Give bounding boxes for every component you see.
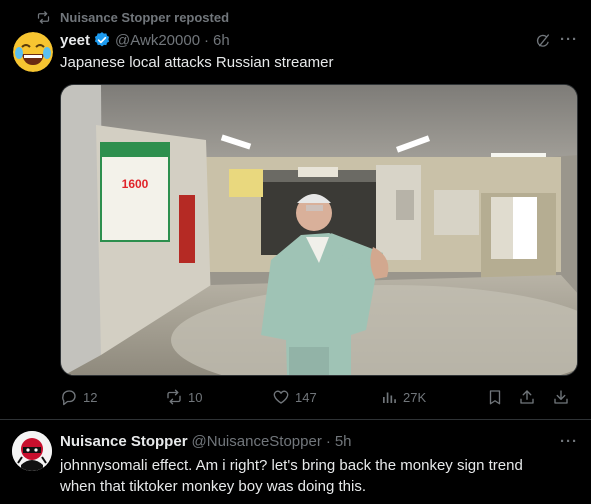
- tweet-header: yeet @Awk20000 · 6h: [60, 31, 230, 49]
- author-handle[interactable]: @Awk20000: [115, 32, 200, 49]
- media-sign-price: 1600: [122, 177, 149, 191]
- author-name[interactable]: yeet: [60, 32, 90, 49]
- video-thumbnail: 1600: [61, 85, 577, 375]
- repost-button[interactable]: 10: [165, 388, 202, 406]
- laughing-emoji-avatar: [13, 32, 53, 72]
- views-count: 27K: [403, 389, 427, 405]
- repost-count: 10: [188, 389, 203, 405]
- download-icon: [554, 390, 568, 404]
- reply-more-options-icon[interactable]: ···: [560, 433, 578, 450]
- reply-separator-dot: ·: [325, 433, 331, 450]
- tweet-text: Japanese local attacks Russian streamer: [60, 54, 334, 71]
- reply-timestamp[interactable]: 5h: [335, 433, 352, 450]
- heart-icon: [273, 390, 289, 404]
- ninja-avatar: [12, 431, 52, 471]
- like-count: 147: [295, 389, 317, 405]
- action-bar: 12 10 147 27K: [60, 388, 578, 408]
- reply-button[interactable]: 12: [60, 388, 97, 406]
- reply-header: Nuisance Stopper @NuisanceStopper · 5h: [60, 433, 352, 450]
- repost-banner[interactable]: Nuisance Stopper reposted: [36, 10, 229, 25]
- tweet-divider: [0, 419, 591, 420]
- bookmark-button[interactable]: [486, 388, 509, 406]
- verified-badge-icon[interactable]: [93, 31, 111, 49]
- views-button[interactable]: 27K: [380, 388, 426, 406]
- like-button[interactable]: 147: [272, 388, 317, 406]
- repost-icon: [37, 11, 50, 24]
- grok-icon[interactable]: [535, 33, 551, 49]
- reply-author-name[interactable]: Nuisance Stopper: [60, 433, 188, 450]
- reply-text: johnnysomali effect. Am i right? let's b…: [60, 457, 523, 495]
- reply-avatar[interactable]: [12, 431, 52, 471]
- reply-icon: [62, 390, 76, 406]
- repost-label: Nuisance Stopper reposted: [60, 10, 230, 25]
- share-icon: [520, 390, 534, 404]
- share-button[interactable]: [518, 388, 541, 406]
- avatar[interactable]: [13, 32, 53, 72]
- views-icon: [383, 392, 396, 403]
- timestamp[interactable]: 6h: [213, 32, 230, 49]
- video-media[interactable]: 1600: [60, 84, 578, 376]
- download-button[interactable]: [552, 388, 575, 406]
- more-options-icon[interactable]: ···: [560, 31, 578, 48]
- bookmark-icon: [489, 390, 501, 405]
- separator-dot: ·: [204, 31, 210, 49]
- repost-action-icon: [167, 389, 181, 405]
- reply-author-handle[interactable]: @NuisanceStopper: [192, 433, 322, 450]
- reply-count: 12: [83, 389, 98, 405]
